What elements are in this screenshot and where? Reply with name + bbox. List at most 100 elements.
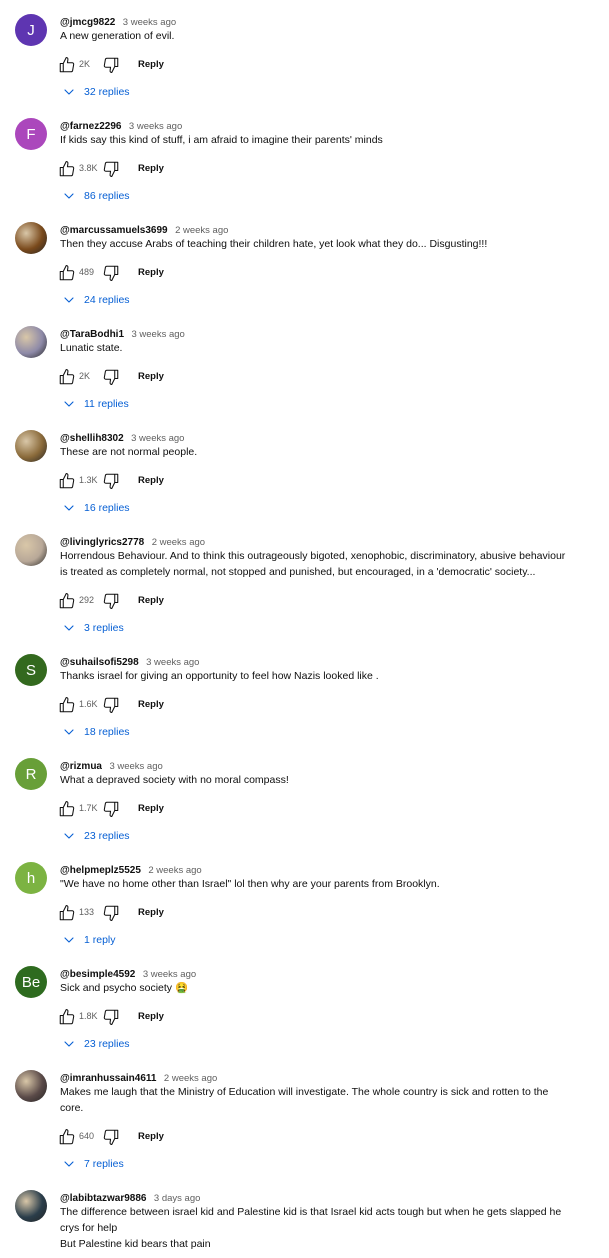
comment-author[interactable]: @shellih8302 — [60, 433, 124, 444]
reply-button[interactable]: Reply — [138, 907, 164, 918]
avatar[interactable]: J — [15, 14, 47, 46]
avatar[interactable]: R — [15, 758, 47, 790]
view-replies-button[interactable]: 86 replies — [63, 188, 130, 204]
comment-author[interactable]: @farnez2296 — [60, 121, 121, 132]
comment-author[interactable]: @imranhussain4611 — [60, 1073, 156, 1084]
comment-time[interactable]: 3 weeks ago — [131, 329, 184, 340]
avatar[interactable]: Be — [15, 966, 47, 998]
thumb-up-icon[interactable] — [58, 56, 76, 74]
comment-time[interactable]: 3 weeks ago — [143, 969, 196, 980]
reply-button[interactable]: Reply — [138, 1131, 164, 1142]
thumb-down-icon[interactable] — [102, 1008, 120, 1026]
comment-time[interactable]: 3 weeks ago — [123, 17, 176, 28]
thumb-down-icon[interactable] — [102, 368, 120, 386]
comment-header: @rizmua 3 weeks ago — [60, 758, 163, 773]
thumb-up-icon[interactable] — [58, 696, 76, 714]
comment-time[interactable]: 3 days ago — [154, 1193, 200, 1204]
thumb-down-icon[interactable] — [102, 160, 120, 178]
avatar[interactable] — [15, 222, 47, 254]
avatar-initial: Be — [21, 973, 41, 991]
thumb-up-icon[interactable] — [58, 592, 76, 610]
comment-time[interactable]: 3 weeks ago — [131, 433, 184, 444]
view-replies-button[interactable]: 11 replies — [63, 396, 129, 412]
thumb-up-icon[interactable] — [58, 264, 76, 282]
like-count: 489 — [79, 267, 95, 277]
thumb-up-icon[interactable] — [58, 368, 76, 386]
comment-time[interactable]: 2 weeks ago — [164, 1073, 217, 1084]
comment-text-line: Horrendous Behaviour. And to think this … — [60, 550, 566, 562]
thumb-up-icon[interactable] — [58, 1128, 76, 1146]
thumb-down-icon[interactable] — [102, 56, 120, 74]
comment-time[interactable]: 2 weeks ago — [152, 537, 205, 548]
replies-label: 1 reply — [84, 934, 116, 946]
reply-button[interactable]: Reply — [138, 163, 164, 174]
comment-author[interactable]: @besimple4592 — [60, 969, 135, 980]
reply-button[interactable]: Reply — [138, 371, 164, 382]
view-replies-button[interactable]: 1 reply — [63, 932, 116, 948]
avatar[interactable] — [15, 1190, 47, 1222]
reply-button[interactable]: Reply — [138, 1011, 164, 1022]
view-replies-button[interactable]: 23 replies — [63, 1036, 130, 1052]
view-replies-button[interactable]: 23 replies — [63, 828, 130, 844]
comment-time[interactable]: 3 weeks ago — [129, 121, 182, 132]
view-replies-button[interactable]: 3 replies — [63, 620, 124, 636]
comment-header: @marcussamuels3699 2 weeks ago — [60, 222, 228, 237]
reply-button[interactable]: Reply — [138, 59, 164, 70]
thumb-down-icon[interactable] — [102, 1128, 120, 1146]
thumb-up-icon[interactable] — [58, 1008, 76, 1026]
thumb-up-icon[interactable] — [58, 800, 76, 818]
avatar[interactable] — [15, 534, 47, 566]
view-replies-button[interactable]: 18 replies — [63, 724, 130, 740]
comment-author[interactable]: @livinglyrics2778 — [60, 537, 144, 548]
avatar[interactable] — [15, 430, 47, 462]
thumb-down-icon[interactable] — [102, 472, 120, 490]
like-count: 1.6K — [79, 699, 98, 709]
comment-header: @farnez2296 3 weeks ago — [60, 118, 182, 133]
replies-label: 24 replies — [84, 294, 130, 306]
comment-actions: 292 Reply — [58, 592, 318, 610]
reply-button[interactable]: Reply — [138, 803, 164, 814]
replies-label: 32 replies — [84, 86, 130, 98]
thumb-down-icon[interactable] — [102, 800, 120, 818]
avatar[interactable] — [15, 1070, 47, 1102]
comment-time[interactable]: 3 weeks ago — [146, 657, 199, 668]
reply-button[interactable]: Reply — [138, 595, 164, 606]
comment-text-line: But Palestine kid bears that pain — [60, 1238, 211, 1250]
chevron-down-icon — [63, 934, 84, 946]
comment-text: The difference between israel kid and Pa… — [60, 1204, 600, 1252]
thumb-up-icon[interactable] — [58, 472, 76, 490]
thumb-down-icon[interactable] — [102, 264, 120, 282]
avatar[interactable]: S — [15, 654, 47, 686]
comment-author[interactable]: @marcussamuels3699 — [60, 225, 168, 236]
avatar[interactable] — [15, 326, 47, 358]
view-replies-button[interactable]: 16 replies — [63, 500, 130, 516]
chevron-down-icon — [63, 294, 84, 306]
thumb-down-icon[interactable] — [102, 904, 120, 922]
avatar[interactable]: F — [15, 118, 47, 150]
comment-author[interactable]: @jmcg9822 — [60, 17, 115, 28]
comment-header: @helpmeplz5525 2 weeks ago — [60, 862, 202, 877]
comment-actions: 133 Reply — [58, 904, 318, 922]
comment-author[interactable]: @suhailsofi5298 — [60, 657, 139, 668]
reply-button[interactable]: Reply — [138, 475, 164, 486]
comment-time[interactable]: 2 weeks ago — [175, 225, 228, 236]
comment-author[interactable]: @TaraBodhi1 — [60, 329, 124, 340]
thumb-down-icon[interactable] — [102, 696, 120, 714]
thumb-up-icon[interactable] — [58, 160, 76, 178]
comment-text: These are not normal people. — [60, 444, 600, 460]
thumb-up-icon[interactable] — [58, 904, 76, 922]
view-replies-button[interactable]: 32 replies — [63, 84, 130, 100]
reply-button[interactable]: Reply — [138, 699, 164, 710]
comment-actions: 640 Reply — [58, 1128, 318, 1146]
comment-author[interactable]: @rizmua — [60, 761, 102, 772]
thumb-down-icon[interactable] — [102, 592, 120, 610]
comment-author[interactable]: @labibtazwar9886 — [60, 1193, 146, 1204]
comment-time[interactable]: 2 weeks ago — [148, 865, 201, 876]
reply-button[interactable]: Reply — [138, 267, 164, 278]
comment-author[interactable]: @helpmeplz5525 — [60, 865, 141, 876]
view-replies-button[interactable]: 24 replies — [63, 292, 130, 308]
avatar[interactable]: h — [15, 862, 47, 894]
comment-time[interactable]: 3 weeks ago — [109, 761, 162, 772]
comment-actions: 1.6K Reply — [58, 696, 318, 714]
view-replies-button[interactable]: 7 replies — [63, 1156, 124, 1172]
